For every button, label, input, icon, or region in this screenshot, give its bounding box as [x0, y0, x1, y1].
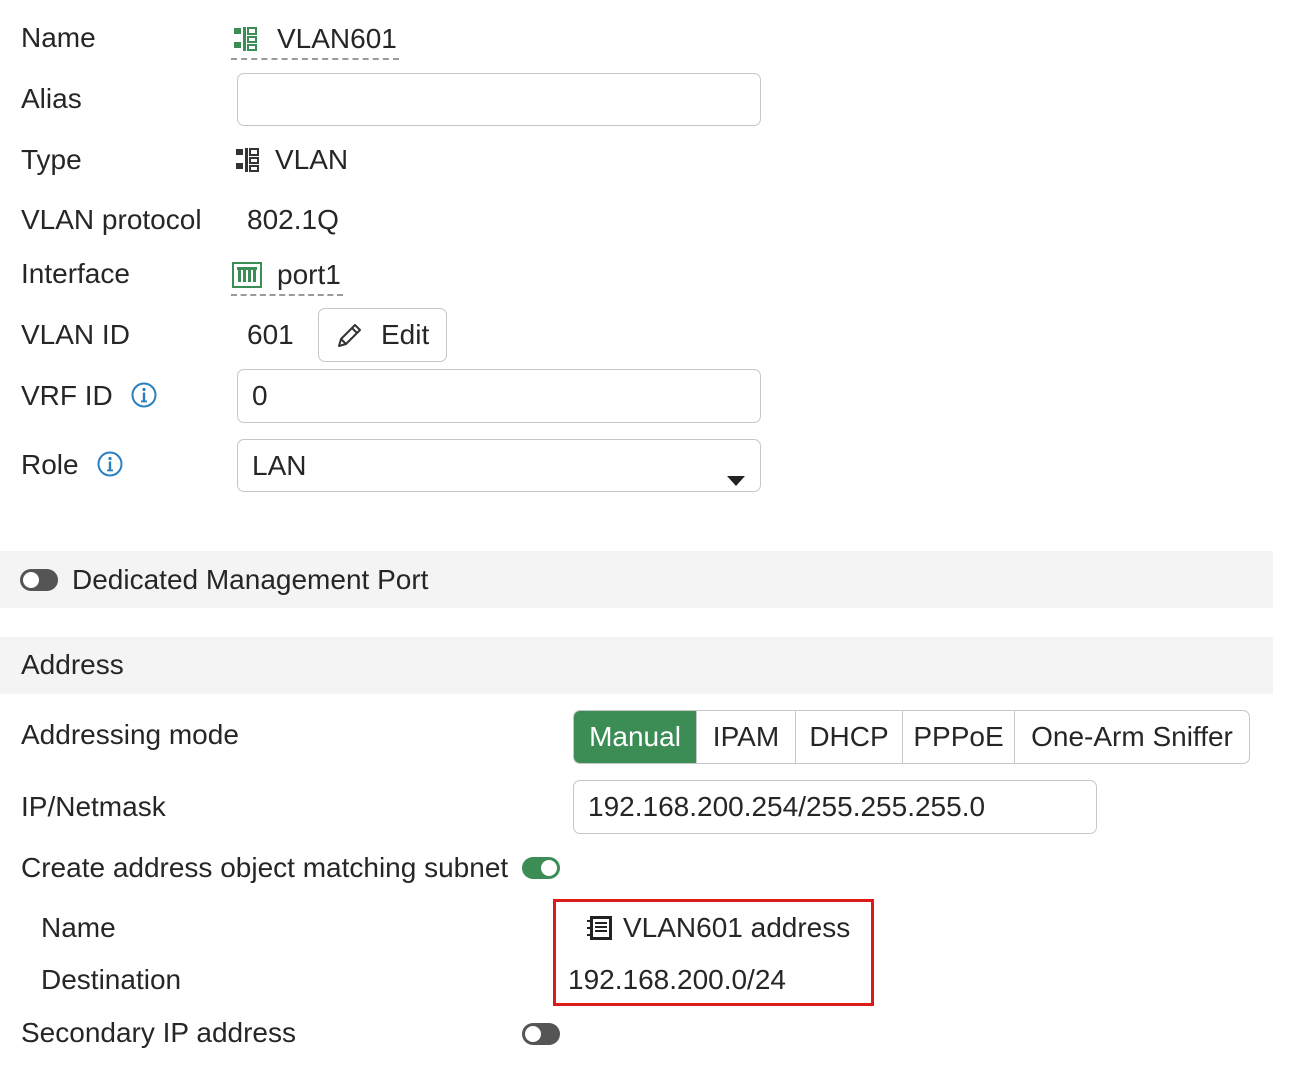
- dedicated-management-label: Dedicated Management Port: [72, 564, 429, 595]
- object-name-label: Name: [41, 912, 116, 943]
- addressing-mode-segmented: Manual IPAM DHCP PPPoE One-Arm Sniffer: [573, 710, 1250, 764]
- vlan-protocol-label: VLAN protocol: [21, 204, 202, 235]
- info-icon[interactable]: [97, 451, 123, 477]
- role-select[interactable]: LAN: [237, 439, 761, 492]
- interface-label: Interface: [21, 258, 130, 289]
- alias-input[interactable]: [237, 73, 761, 126]
- type-label: Type: [21, 144, 82, 175]
- role-select-value: LAN: [252, 449, 307, 481]
- mode-dhcp-button[interactable]: DHCP: [795, 711, 902, 763]
- mode-one-arm-sniffer-button[interactable]: One-Arm Sniffer: [1014, 711, 1249, 763]
- secondary-ip-toggle[interactable]: [522, 1023, 560, 1045]
- dedicated-management-toggle[interactable]: [20, 569, 58, 591]
- interface-value-link[interactable]: port1: [231, 256, 343, 296]
- type-value-group: VLAN: [233, 142, 348, 178]
- interface-value: port1: [277, 259, 341, 290]
- addressing-mode-label: Addressing mode: [21, 719, 239, 750]
- address-section-title: Address: [21, 649, 124, 680]
- type-value: VLAN: [275, 144, 349, 175]
- mode-manual-button[interactable]: Manual: [574, 711, 696, 763]
- vrf-id-label: VRF ID: [21, 380, 113, 411]
- vlan-icon: [231, 25, 263, 53]
- mode-ipam-button[interactable]: IPAM: [696, 711, 795, 763]
- create-address-object-toggle[interactable]: [522, 857, 560, 879]
- ip-netmask-label: IP/Netmask: [21, 791, 166, 822]
- ip-netmask-input[interactable]: 192.168.200.254/255.255.255.0: [573, 780, 1097, 834]
- create-address-object-label: Create address object matching subnet: [21, 852, 509, 883]
- edit-vlan-id-button[interactable]: Edit: [318, 308, 447, 362]
- edit-button-label: Edit: [381, 319, 430, 350]
- role-label: Role: [21, 449, 79, 480]
- name-value-link[interactable]: VLAN601: [231, 20, 399, 60]
- secondary-ip-label: Secondary IP address: [21, 1017, 296, 1048]
- address-section-header: [0, 637, 1273, 694]
- caret-down-icon: [726, 460, 746, 486]
- highlight-annotation-box: [553, 899, 874, 1006]
- vlan-id-value: 601: [247, 319, 294, 350]
- name-label: Name: [21, 22, 96, 53]
- mode-pppoe-button[interactable]: PPPoE: [902, 711, 1014, 763]
- alias-label: Alias: [21, 83, 82, 114]
- vlan-id-label: VLAN ID: [21, 319, 130, 350]
- port-icon: [231, 261, 263, 289]
- name-value: VLAN601: [277, 23, 397, 54]
- vlan-protocol-value: 802.1Q: [247, 204, 339, 235]
- info-icon[interactable]: [131, 382, 157, 408]
- destination-label: Destination: [41, 964, 182, 995]
- vrf-id-input[interactable]: 0: [237, 369, 761, 423]
- pencil-icon: [335, 320, 365, 350]
- vlan-icon: [233, 146, 265, 174]
